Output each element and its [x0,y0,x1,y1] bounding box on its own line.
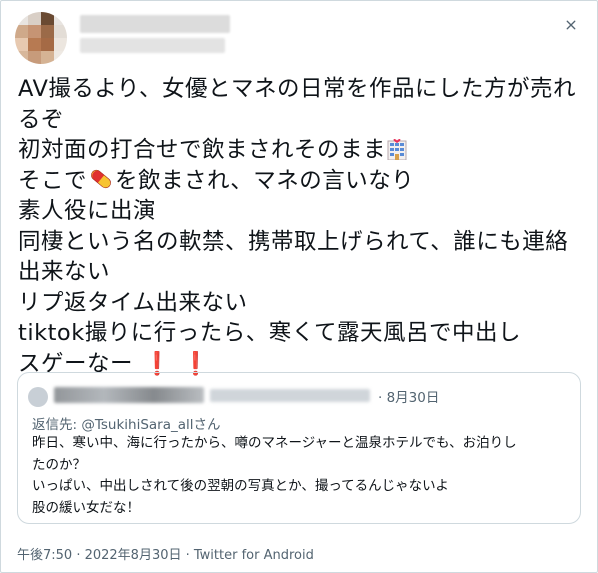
tweet-line: AV撮るより、女優とマネの日常を作品にした方が売れ [18,76,576,102]
tweet-line: リプ返タイム出来ない [18,289,248,316]
tweet-text: AV撮るより、女優とマネの日常を作品にした方が売れ るぞ 初対面の打合せで飲まさ… [18,74,583,379]
display-name-redacted[interactable] [80,15,230,33]
quoted-tweet[interactable]: · 8月30日 返信先: @TsukihiSara_allさん 昨日、寒い中、海… [17,372,581,524]
more-icon [566,20,576,30]
tweet-line: そこで を飲まされ、マネの言いなり [18,166,415,194]
quoted-date[interactable]: · 8月30日 [378,386,439,406]
avatar[interactable] [15,12,67,64]
user-handle-redacted[interactable] [80,38,225,53]
tweet-meta[interactable]: 午後7:50 · 2022年8月30日 · Twitter for Androi… [17,544,314,563]
tweet-line: 同棲という名の軟禁、携帯取上げられて、誰にも連絡 [18,228,569,255]
quoted-avatar[interactable] [28,387,48,407]
quoted-handle-redacted[interactable] [210,389,370,402]
quoted-line: 昨日、寒い中、海に行ったから、噂のマネージャーと温泉ホテルでも、お泊りし [32,435,517,451]
more-button[interactable] [560,14,582,36]
pill-emoji [87,166,115,192]
quoted-text: 昨日、寒い中、海に行ったから、噂のマネージャーと温泉ホテルでも、お泊りし たのか… [32,433,572,519]
tweet-line: 出来ない [18,259,111,285]
love-hotel-emoji [386,136,408,161]
tweet-line: tiktok撮りに行ったら、寒くて露天風呂で中出し [18,320,522,346]
reply-to-label: 返信先: @TsukihiSara_allさん [32,417,221,433]
quoted-line: いっぱい、中出しされて後の翌朝の写真とか、撮ってるんじゃないよ [32,478,449,494]
tweet-line: るぞ [18,106,65,133]
tweet-line: 素人役に出演 [18,198,157,224]
quoted-line: 股の緩い女だな！ [32,499,140,516]
tweet-line: 初対面の打合せで飲まされそのまま [18,135,583,166]
quoted-name-redacted[interactable] [54,387,204,403]
quoted-line: たのか？ [32,456,86,473]
